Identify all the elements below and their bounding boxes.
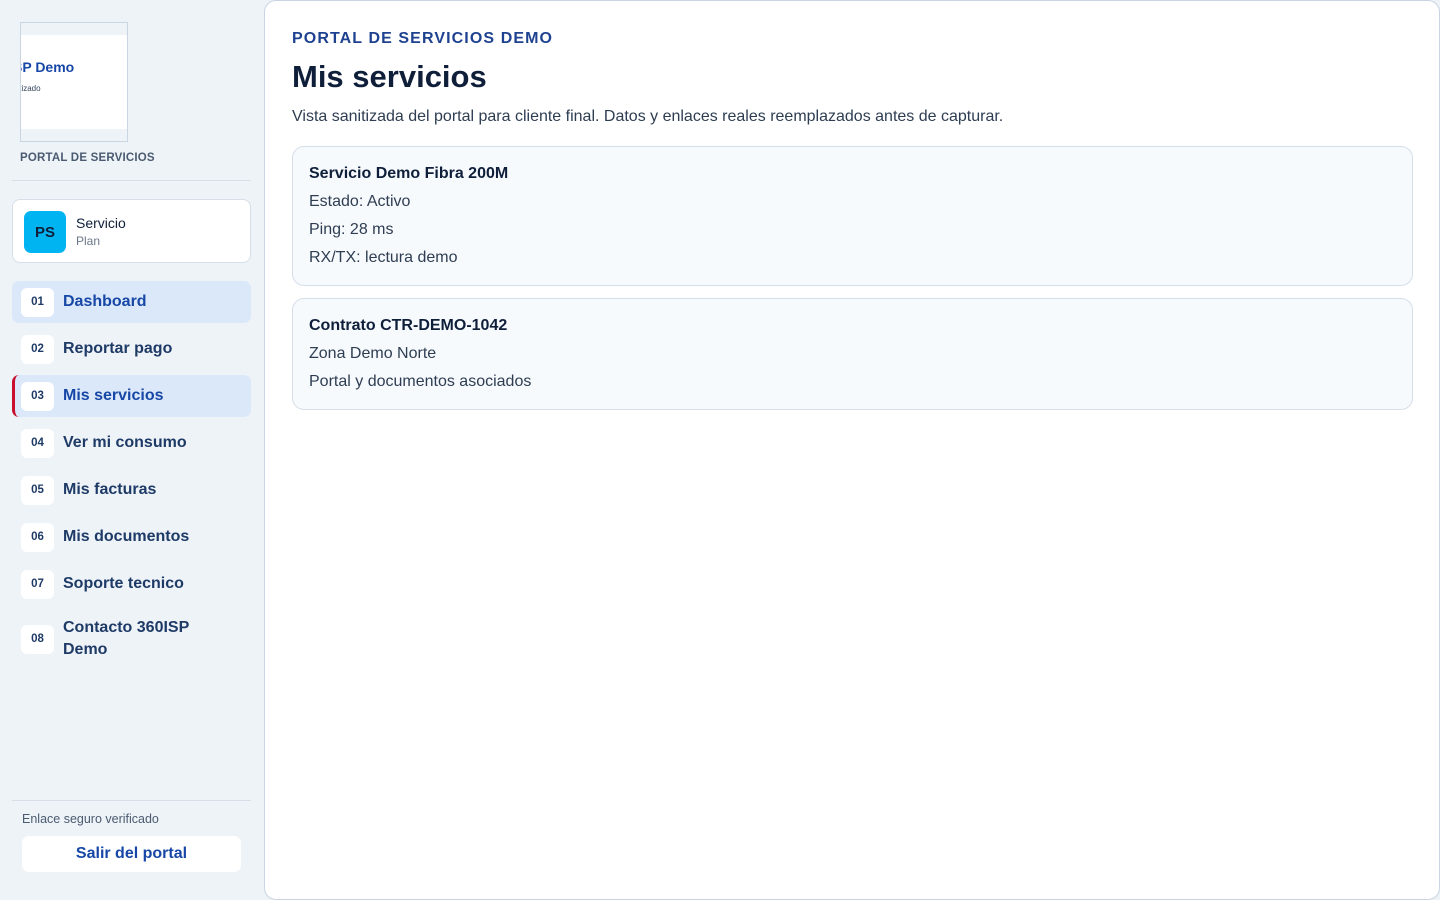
sidebar-item-soporte-tecnico[interactable]: 07 Soporte tecnico (12, 563, 251, 605)
logo-subtitle: nitizado (21, 84, 41, 93)
sidebar-item-dashboard[interactable]: 01 Dashboard (12, 281, 251, 323)
sidebar-item-label: Mis servicios (63, 387, 164, 404)
sidebar-item-label: Ver mi consumo (63, 434, 187, 451)
logo-strip-bottom (21, 129, 127, 141)
service-card: Servicio Demo Fibra 200M Estado: Activo … (292, 146, 1413, 286)
sidebar-item-label: Mis facturas (63, 481, 157, 498)
card-title: Contrato CTR-DEMO-1042 (309, 317, 508, 334)
sidebar-item-label: Mis documentos (63, 528, 190, 545)
page-eyebrow: PORTAL DE SERVICIOS DEMO (292, 30, 554, 47)
company-logo[interactable]: SP Demo nitizado (20, 22, 128, 142)
logout-button[interactable]: Salir del portal (22, 836, 241, 872)
portal-label: PORTAL DE SERVICIOS (20, 152, 155, 164)
page-title: Mis servicios (292, 59, 487, 94)
secure-link-text: Enlace seguro verificado (22, 812, 159, 826)
nav-number: 01 (21, 287, 54, 317)
sidebar-item-ver-mi-consumo[interactable]: 04 Ver mi consumo (12, 422, 251, 464)
sidebar-item-mis-documentos[interactable]: 06 Mis documentos (12, 516, 251, 558)
service-name: Servicio (76, 215, 126, 231)
sidebar: SP Demo nitizado PORTAL DE SERVICIOS PS … (0, 0, 264, 900)
sidebar-item-label: Soporte tecnico (63, 575, 184, 592)
contract-card: Contrato CTR-DEMO-1042 Zona Demo Norte P… (292, 298, 1413, 410)
sidebar-item-contacto[interactable]: 08 Contacto 360ISP Demo (12, 610, 251, 668)
card-line: Zona Demo Norte (309, 345, 437, 362)
nav-number: 03 (21, 381, 54, 411)
sidebar-item-mis-facturas[interactable]: 05 Mis facturas (12, 469, 251, 511)
nav-number: 06 (21, 522, 54, 552)
page-description: Vista sanitizada del portal para cliente… (292, 108, 1004, 125)
sidebar-divider-bottom (12, 800, 251, 801)
sidebar-item-label: Contacto 360ISP Demo (63, 619, 189, 658)
main-content: PORTAL DE SERVICIOS DEMO Mis servicios V… (264, 0, 1440, 900)
nav-number: 07 (21, 569, 54, 599)
sidebar-item-label: Reportar pago (63, 340, 173, 357)
card-line: RX/TX: lectura demo (309, 249, 458, 266)
sidebar-divider-top (12, 180, 251, 181)
logo-title: SP Demo (21, 59, 75, 75)
card-line: Portal y documentos asociados (309, 373, 532, 390)
sidebar-item-label: Dashboard (63, 293, 147, 310)
nav-number: 08 (21, 624, 54, 654)
nav-number: 02 (21, 334, 54, 364)
nav-number: 05 (21, 475, 54, 505)
sidebar-item-reportar-pago[interactable]: 02 Reportar pago (12, 328, 251, 370)
logo-strip-top (21, 23, 127, 35)
sidebar-item-mis-servicios[interactable]: 03 Mis servicios (12, 375, 251, 417)
card-title: Servicio Demo Fibra 200M (309, 165, 509, 182)
card-line: Ping: 28 ms (309, 221, 394, 238)
nav-number: 04 (21, 428, 54, 458)
service-plan: Plan (76, 234, 101, 248)
service-selector-card[interactable]: PS Servicio Plan (12, 199, 251, 263)
avatar: PS (24, 211, 66, 253)
card-line: Estado: Activo (309, 193, 411, 210)
